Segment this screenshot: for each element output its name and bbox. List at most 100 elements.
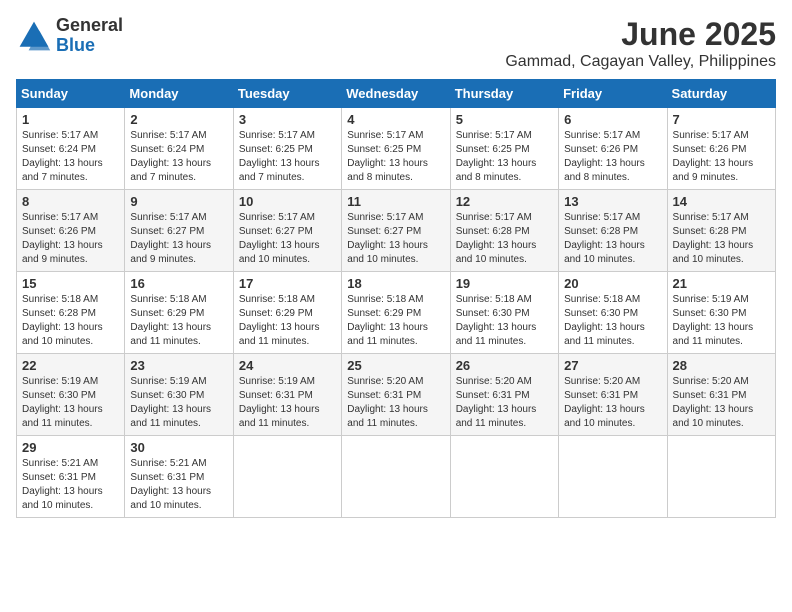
day-info: Sunrise: 5:18 AMSunset: 6:29 PMDaylight:… bbox=[239, 294, 320, 347]
day-number: 2 bbox=[130, 112, 227, 127]
title-area: June 2025 Gammad, Cagayan Valley, Philip… bbox=[505, 16, 776, 71]
empty-cell bbox=[667, 436, 775, 518]
logo-icon bbox=[16, 18, 52, 54]
day-number: 12 bbox=[456, 194, 553, 209]
week-row-1: 1Sunrise: 5:17 AMSunset: 6:24 PMDaylight… bbox=[17, 108, 776, 190]
day-info: Sunrise: 5:17 AMSunset: 6:25 PMDaylight:… bbox=[456, 130, 537, 183]
day-info: Sunrise: 5:21 AMSunset: 6:31 PMDaylight:… bbox=[130, 458, 211, 511]
day-info: Sunrise: 5:20 AMSunset: 6:31 PMDaylight:… bbox=[673, 376, 754, 429]
day-number: 28 bbox=[673, 358, 770, 373]
day-cell-27: 27 Sunrise: 5:20 AMSunset: 6:31 PMDayligh… bbox=[559, 354, 667, 436]
logo-text: General Blue bbox=[56, 16, 123, 56]
day-info: Sunrise: 5:17 AMSunset: 6:27 PMDaylight:… bbox=[130, 212, 211, 265]
day-cell-15: 15Sunrise: 5:18 AMSunset: 6:28 PMDayligh… bbox=[17, 272, 125, 354]
day-number: 20 bbox=[564, 276, 661, 291]
day-number: 25 bbox=[347, 358, 444, 373]
day-cell-26: 26 Sunrise: 5:20 AMSunset: 6:31 PMDayligh… bbox=[450, 354, 558, 436]
day-number: 23 bbox=[130, 358, 227, 373]
day-info: Sunrise: 5:17 AMSunset: 6:26 PMDaylight:… bbox=[564, 130, 645, 183]
day-info: Sunrise: 5:17 AMSunset: 6:24 PMDaylight:… bbox=[130, 130, 211, 183]
week-row-2: 8 Sunrise: 5:17 AMSunset: 6:26 PMDaylight… bbox=[17, 190, 776, 272]
header: General Blue June 2025 Gammad, Cagayan V… bbox=[16, 16, 776, 71]
day-info: Sunrise: 5:20 AMSunset: 6:31 PMDaylight:… bbox=[347, 376, 428, 429]
header-day-thursday: Thursday bbox=[450, 80, 558, 108]
empty-cell bbox=[233, 436, 341, 518]
week-row-5: 29 Sunrise: 5:21 AMSunset: 6:31 PMDayligh… bbox=[17, 436, 776, 518]
day-number: 4 bbox=[347, 112, 444, 127]
day-number: 7 bbox=[673, 112, 770, 127]
logo: General Blue bbox=[16, 16, 123, 56]
day-number: 21 bbox=[673, 276, 770, 291]
day-cell-8: 8 Sunrise: 5:17 AMSunset: 6:26 PMDaylight… bbox=[17, 190, 125, 272]
day-info: Sunrise: 5:17 AMSunset: 6:28 PMDaylight:… bbox=[564, 212, 645, 265]
logo-general-label: General bbox=[56, 16, 123, 36]
day-number: 6 bbox=[564, 112, 661, 127]
day-info: Sunrise: 5:18 AMSunset: 6:29 PMDaylight:… bbox=[130, 294, 211, 347]
day-cell-4: 4 Sunrise: 5:17 AMSunset: 6:25 PMDaylight… bbox=[342, 108, 450, 190]
day-info: Sunrise: 5:17 AMSunset: 6:26 PMDaylight:… bbox=[673, 130, 754, 183]
day-number: 15 bbox=[22, 276, 119, 291]
empty-cell bbox=[450, 436, 558, 518]
empty-cell bbox=[559, 436, 667, 518]
day-cell-10: 10Sunrise: 5:17 AMSunset: 6:27 PMDayligh… bbox=[233, 190, 341, 272]
day-cell-14: 14Sunrise: 5:17 AMSunset: 6:28 PMDayligh… bbox=[667, 190, 775, 272]
day-info: Sunrise: 5:17 AMSunset: 6:24 PMDaylight:… bbox=[22, 130, 103, 183]
day-cell-29: 29Sunrise: 5:21 AMSunset: 6:31 PMDayligh… bbox=[17, 436, 125, 518]
header-day-friday: Friday bbox=[559, 80, 667, 108]
header-day-sunday: Sunday bbox=[17, 80, 125, 108]
day-number: 13 bbox=[564, 194, 661, 209]
day-number: 27 bbox=[564, 358, 661, 373]
day-number: 19 bbox=[456, 276, 553, 291]
day-cell-28: 28 Sunrise: 5:20 AMSunset: 6:31 PMDayligh… bbox=[667, 354, 775, 436]
day-cell-12: 12Sunrise: 5:17 AMSunset: 6:28 PMDayligh… bbox=[450, 190, 558, 272]
day-info: Sunrise: 5:18 AMSunset: 6:29 PMDaylight:… bbox=[347, 294, 428, 347]
header-day-wednesday: Wednesday bbox=[342, 80, 450, 108]
day-info: Sunrise: 5:18 AMSunset: 6:30 PMDaylight:… bbox=[456, 294, 537, 347]
location-title: Gammad, Cagayan Valley, Philippines bbox=[505, 53, 776, 71]
logo-blue-label: Blue bbox=[56, 36, 123, 56]
day-cell-22: 22 Sunrise: 5:19 AMSunset: 6:30 PMDayligh… bbox=[17, 354, 125, 436]
day-number: 8 bbox=[22, 194, 119, 209]
day-info: Sunrise: 5:20 AMSunset: 6:31 PMDaylight:… bbox=[564, 376, 645, 429]
day-cell-16: 16 Sunrise: 5:18 AMSunset: 6:29 PMDayligh… bbox=[125, 272, 233, 354]
day-number: 30 bbox=[130, 440, 227, 455]
empty-cell bbox=[342, 436, 450, 518]
month-title: June 2025 bbox=[505, 16, 776, 53]
day-cell-18: 18Sunrise: 5:18 AMSunset: 6:29 PMDayligh… bbox=[342, 272, 450, 354]
day-cell-30: 30 Sunrise: 5:21 AMSunset: 6:31 PMDayligh… bbox=[125, 436, 233, 518]
day-cell-25: 25 Sunrise: 5:20 AMSunset: 6:31 PMDayligh… bbox=[342, 354, 450, 436]
day-cell-13: 13 Sunrise: 5:17 AMSunset: 6:28 PMDayligh… bbox=[559, 190, 667, 272]
day-info: Sunrise: 5:19 AMSunset: 6:31 PMDaylight:… bbox=[239, 376, 320, 429]
day-info: Sunrise: 5:20 AMSunset: 6:31 PMDaylight:… bbox=[456, 376, 537, 429]
day-number: 22 bbox=[22, 358, 119, 373]
day-number: 26 bbox=[456, 358, 553, 373]
day-number: 17 bbox=[239, 276, 336, 291]
day-number: 5 bbox=[456, 112, 553, 127]
calendar-table: SundayMondayTuesdayWednesdayThursdayFrid… bbox=[16, 79, 776, 518]
day-number: 29 bbox=[22, 440, 119, 455]
day-info: Sunrise: 5:17 AMSunset: 6:25 PMDaylight:… bbox=[347, 130, 428, 183]
day-info: Sunrise: 5:18 AMSunset: 6:30 PMDaylight:… bbox=[564, 294, 645, 347]
day-cell-21: 21 Sunrise: 5:19 AMSunset: 6:30 PMDayligh… bbox=[667, 272, 775, 354]
day-cell-11: 11Sunrise: 5:17 AMSunset: 6:27 PMDayligh… bbox=[342, 190, 450, 272]
day-info: Sunrise: 5:19 AMSunset: 6:30 PMDaylight:… bbox=[673, 294, 754, 347]
day-cell-23: 23Sunrise: 5:19 AMSunset: 6:30 PMDayligh… bbox=[125, 354, 233, 436]
header-day-monday: Monday bbox=[125, 80, 233, 108]
week-row-4: 22 Sunrise: 5:19 AMSunset: 6:30 PMDayligh… bbox=[17, 354, 776, 436]
day-info: Sunrise: 5:19 AMSunset: 6:30 PMDaylight:… bbox=[22, 376, 103, 429]
day-number: 14 bbox=[673, 194, 770, 209]
day-cell-17: 17 Sunrise: 5:18 AMSunset: 6:29 PMDayligh… bbox=[233, 272, 341, 354]
day-info: Sunrise: 5:17 AMSunset: 6:26 PMDaylight:… bbox=[22, 212, 103, 265]
day-number: 3 bbox=[239, 112, 336, 127]
header-day-tuesday: Tuesday bbox=[233, 80, 341, 108]
header-row: SundayMondayTuesdayWednesdayThursdayFrid… bbox=[17, 80, 776, 108]
day-cell-9: 9Sunrise: 5:17 AMSunset: 6:27 PMDaylight… bbox=[125, 190, 233, 272]
day-number: 16 bbox=[130, 276, 227, 291]
week-row-3: 15Sunrise: 5:18 AMSunset: 6:28 PMDayligh… bbox=[17, 272, 776, 354]
day-cell-7: 7 Sunrise: 5:17 AMSunset: 6:26 PMDaylight… bbox=[667, 108, 775, 190]
day-number: 10 bbox=[239, 194, 336, 209]
day-number: 24 bbox=[239, 358, 336, 373]
day-info: Sunrise: 5:17 AMSunset: 6:25 PMDaylight:… bbox=[239, 130, 320, 183]
day-cell-1: 1Sunrise: 5:17 AMSunset: 6:24 PMDaylight… bbox=[17, 108, 125, 190]
day-cell-19: 19 Sunrise: 5:18 AMSunset: 6:30 PMDayligh… bbox=[450, 272, 558, 354]
